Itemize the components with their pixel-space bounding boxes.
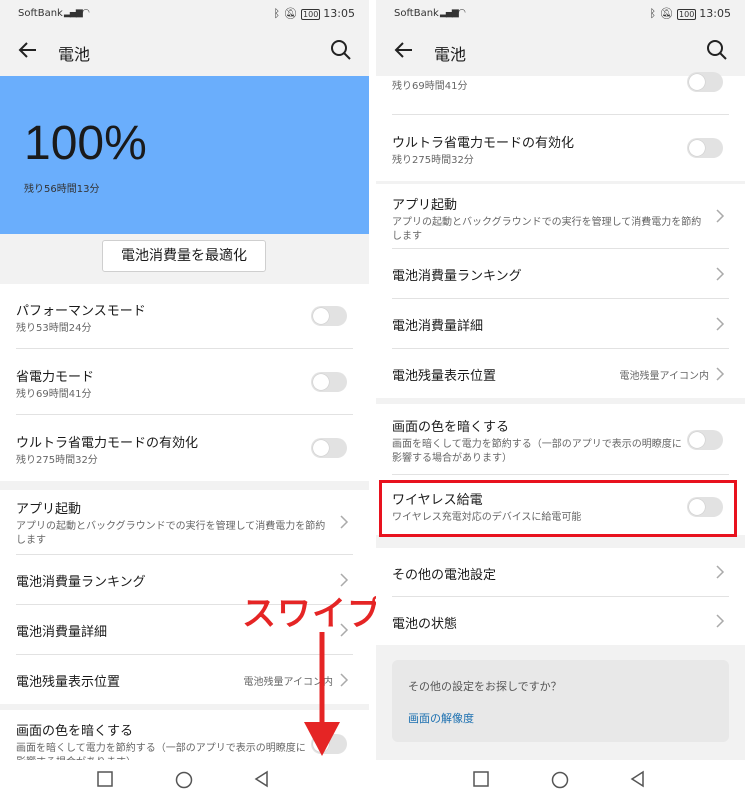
chevron-right-icon — [716, 317, 725, 331]
darken-sub: 画面を暗くして電力を節約する（一部のアプリで表示の明瞭度に影響する場合があります… — [16, 743, 306, 760]
back-arrow-icon[interactable] — [390, 36, 418, 64]
detail-row[interactable]: 電池消費量詳細 — [392, 299, 729, 349]
app-launch-title: アプリ起動 — [16, 502, 82, 517]
search-icon[interactable] — [703, 36, 731, 64]
status-bar: SoftBank ▂▄▆ ◠ ᛒ 🔕︎ 100 13:05 — [376, 0, 745, 26]
power-saving-toggle[interactable] — [687, 72, 723, 92]
page-title: 電池 — [434, 45, 467, 64]
wifi-icon: ◠ — [82, 8, 90, 18]
chevron-right-icon — [716, 209, 725, 223]
mode-card-scrolled: 残り69時間41分 ウルトラ省電力モードの有効化 残り275時間32分 — [376, 72, 745, 181]
bluetooth-icon: ᛒ — [649, 7, 657, 20]
chevron-right-icon — [340, 573, 349, 587]
battery-percent: 100% — [24, 117, 147, 170]
mode-sub: 残り275時間32分 — [16, 455, 98, 466]
chevron-right-icon — [716, 614, 725, 628]
home-icon[interactable] — [550, 770, 570, 790]
app-launch-sub: アプリの起動とバックグラウンドでの実行を管理して消費電力を節約します — [16, 521, 326, 546]
wireless-highlight-frame — [379, 480, 737, 537]
nav-bar — [376, 760, 745, 800]
mode-title: ウルトラ省電力モードの有効化 — [16, 436, 199, 451]
darken-row[interactable]: 画面の色を暗くする 画面を暗くして電力を節約する（一部のアプリで表示の明瞭度に影… — [392, 404, 729, 475]
position-row[interactable]: 電池残量表示位置 電池残量アイコン内 — [392, 349, 729, 398]
mode-title: 省電力モード — [16, 370, 95, 385]
darken-title: 画面の色を暗くする — [392, 420, 510, 435]
performance-toggle[interactable] — [311, 306, 347, 326]
recent-apps-icon[interactable] — [96, 770, 114, 788]
mode-title: ウルトラ省電力モードの有効化 — [392, 136, 575, 151]
other-card: その他の電池設定 電池の状態 — [376, 548, 745, 645]
chevron-right-icon — [716, 565, 725, 579]
suggestion-box: その他の設定をお探しですか？ 画面の解像度 — [392, 660, 729, 742]
apps-card: アプリ起動 アプリの起動とバックグラウンドでの実行を管理して消費電力を節約します… — [376, 184, 745, 398]
back-arrow-icon[interactable] — [14, 36, 42, 64]
ranking-title: 電池消費量ランキング — [16, 575, 146, 590]
optimize-button[interactable]: 電池消費量を最適化 — [102, 240, 266, 272]
clock: 13:05 — [699, 7, 731, 20]
down-arrow-icon — [304, 632, 340, 756]
app-bar: 電池 — [376, 26, 745, 76]
battery-state-title: 電池の状態 — [392, 617, 458, 632]
carrier-label: SoftBank — [394, 8, 439, 19]
other-settings-title: その他の電池設定 — [392, 568, 497, 583]
carrier-label: SoftBank — [18, 8, 63, 19]
chevron-right-icon — [716, 367, 725, 381]
suggestion-question: その他の設定をお探しですか？ — [408, 680, 562, 693]
battery-hero: 100% 残り56時間13分 — [0, 76, 369, 234]
other-settings-row[interactable]: その他の電池設定 — [392, 548, 729, 597]
right-screen: SoftBank ▂▄▆ ◠ ᛒ 🔕︎ 100 13:05 電池 残り69時間41… — [376, 0, 745, 800]
battery-remaining: 残り56時間13分 — [24, 184, 100, 195]
app-launch-title: アプリ起動 — [392, 198, 458, 213]
mode-title: パフォーマンスモード — [16, 304, 146, 319]
mode-row-power-saving-partial[interactable]: 残り69時間41分 — [392, 72, 729, 115]
page-title: 電池 — [58, 45, 91, 64]
status-bar: SoftBank ▂▄▆ ◠ ᛒ 🔕︎ 100 13:05 — [0, 0, 369, 26]
signal-icon: ▂▄▆ — [64, 8, 83, 18]
darken-sub: 画面を暗くして電力を節約する（一部のアプリで表示の明瞭度に影響する場合があります… — [392, 439, 682, 464]
signal-icon: ▂▄▆ — [440, 8, 459, 18]
app-launch-row[interactable]: アプリ起動 アプリの起動とバックグラウンドでの実行を管理して消費電力を節約します — [392, 184, 729, 249]
battery-icon: 100 — [301, 8, 321, 20]
darken-toggle[interactable] — [687, 430, 723, 450]
chevron-right-icon — [716, 267, 725, 281]
home-icon[interactable] — [174, 770, 194, 790]
power-saving-toggle[interactable] — [311, 372, 347, 392]
app-bar: 電池 — [0, 26, 369, 76]
status-right: ᛒ 🔕︎ 100 13:05 — [273, 7, 355, 20]
clock: 13:05 — [323, 7, 355, 20]
mode-card: パフォーマンスモード 残り53時間24分 省電力モード 残り69時間41分 ウル… — [0, 284, 369, 481]
mute-icon: 🔕︎ — [659, 7, 674, 20]
mode-row-ultra[interactable]: ウルトラ省電力モードの有効化 残り275時間32分 — [16, 415, 353, 481]
detail-title: 電池消費量詳細 — [392, 319, 484, 334]
mode-row-power-saving[interactable]: 省電力モード 残り69時間41分 — [16, 349, 353, 415]
mute-icon: 🔕︎ — [283, 7, 298, 20]
back-icon[interactable] — [253, 770, 271, 788]
bluetooth-icon: ᛒ — [273, 7, 281, 20]
swipe-annotation: スワイプ — [242, 594, 382, 634]
app-launch-row[interactable]: アプリ起動 アプリの起動とバックグラウンドでの実行を管理して消費電力を節約します — [16, 490, 353, 555]
wifi-icon: ◠ — [458, 8, 466, 18]
back-icon[interactable] — [629, 770, 647, 788]
search-icon[interactable] — [327, 36, 355, 64]
battery-icon: 100 — [677, 8, 697, 20]
recent-apps-icon[interactable] — [472, 770, 490, 788]
ranking-row[interactable]: 電池消費量ランキング — [392, 249, 729, 299]
nav-bar — [0, 760, 369, 800]
app-launch-sub: アプリの起動とバックグラウンドでの実行を管理して消費電力を節約します — [392, 217, 702, 242]
mode-sub: 残り69時間41分 — [392, 81, 468, 92]
ultra-toggle[interactable] — [687, 138, 723, 158]
ranking-title: 電池消費量ランキング — [392, 269, 522, 284]
mode-sub: 残り275時間32分 — [392, 155, 474, 166]
status-right: ᛒ 🔕︎ 100 13:05 — [649, 7, 731, 20]
mode-sub: 残り53時間24分 — [16, 323, 92, 334]
position-value: 電池残量アイコン内 — [619, 371, 710, 382]
mode-row-performance[interactable]: パフォーマンスモード 残り53時間24分 — [16, 284, 353, 349]
battery-state-row[interactable]: 電池の状態 — [392, 597, 729, 645]
chevron-right-icon — [340, 515, 349, 529]
mode-sub: 残り69時間41分 — [16, 389, 92, 400]
resolution-link[interactable]: 画面の解像度 — [408, 710, 474, 726]
mode-row-ultra[interactable]: ウルトラ省電力モードの有効化 残り275時間32分 — [392, 115, 729, 181]
ultra-toggle[interactable] — [311, 438, 347, 458]
